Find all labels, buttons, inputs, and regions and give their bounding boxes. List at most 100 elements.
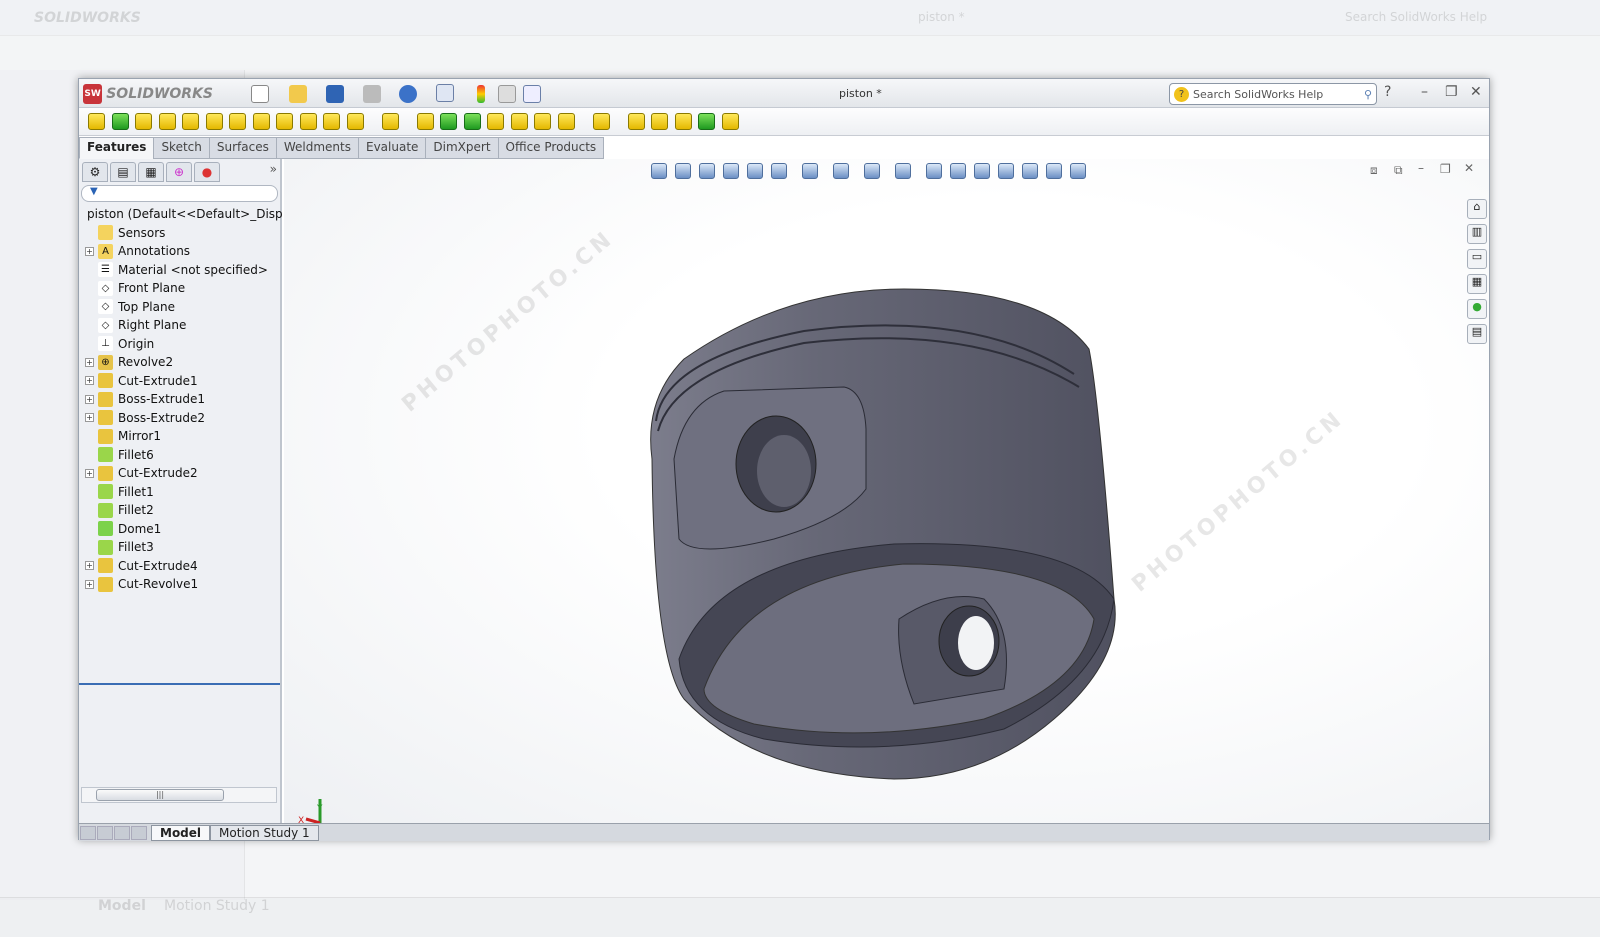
dimxpert-manager-tab-icon[interactable]: ⊕	[166, 162, 192, 182]
reference-geometry-icon[interactable]	[557, 113, 575, 130]
tree-item-label: Right Plane	[118, 318, 187, 333]
file-properties-icon[interactable]	[498, 85, 516, 103]
tree-item-fillet1[interactable]: Fillet1	[79, 483, 280, 502]
tree-item-cut-revolve1[interactable]: + Cut-Revolve1	[79, 575, 280, 594]
tree-item-cut-extrude2[interactable]: + Cut-Extrude2	[79, 464, 280, 483]
property-manager-tab-icon[interactable]: ▤	[110, 162, 136, 182]
rollback-bar[interactable]	[79, 683, 280, 685]
tree-item-cut-extrude4[interactable]: + Cut-Extrude4	[79, 557, 280, 576]
mirror-icon[interactable]	[534, 113, 551, 130]
expand-icon[interactable]: +	[85, 376, 94, 386]
tree-item-label: Boss-Extrude1	[118, 392, 205, 407]
tree-item-fillet6[interactable]: Fillet6	[79, 446, 280, 465]
lofted-cut-icon[interactable]	[299, 113, 317, 130]
hole-wizard-icon[interactable]	[229, 113, 246, 130]
boundary-cut-icon[interactable]	[323, 113, 340, 130]
tree-item-boss-extrude1[interactable]: + Boss-Extrude1	[79, 390, 280, 409]
last-tab-icon[interactable]	[131, 825, 147, 840]
next-tab-icon[interactable]	[114, 825, 130, 840]
tree-item-label: Fillet2	[118, 503, 154, 518]
tab-office-products[interactable]: Office Products	[497, 137, 605, 159]
fillet-icon[interactable]	[346, 113, 364, 130]
tab-motion-study-1[interactable]: Motion Study 1	[210, 824, 319, 841]
expand-icon[interactable]: +	[85, 357, 94, 367]
undo-icon[interactable]	[399, 85, 417, 103]
tree-item-fillet3[interactable]: Fillet3	[79, 538, 280, 557]
tab-sketch[interactable]: Sketch	[153, 137, 210, 159]
dome-icon[interactable]	[510, 113, 528, 130]
tree-item-annotations[interactable]: + A Annotations	[79, 242, 280, 261]
expand-icon[interactable]: +	[85, 413, 94, 423]
tree-item-boss-extrude2[interactable]: + Boss-Extrude2	[79, 409, 280, 428]
tree-item-sensors[interactable]: Sensors	[79, 224, 280, 243]
tree-item-top-plane[interactable]: ◇ Top Plane	[79, 298, 280, 317]
tree-item-label: Cut-Extrude4	[118, 558, 198, 573]
extruded-cut-icon[interactable]	[205, 113, 223, 130]
boundary-boss-icon[interactable]	[182, 113, 199, 130]
tab-features[interactable]: Features	[79, 137, 155, 159]
piston-model[interactable]: Y X Z	[284, 159, 1489, 823]
draft-icon[interactable]	[440, 113, 457, 130]
graphics-area[interactable]: ⧈ ⧉ – ❐ ✕ ⌂ ▥ ▭ ▦ ● ▤ PHOTOPHOTO.CN PHOT…	[284, 159, 1489, 823]
rib-icon[interactable]	[416, 113, 434, 130]
expand-icon[interactable]: +	[85, 561, 94, 571]
wrap-icon[interactable]	[487, 113, 504, 130]
move-icon[interactable]	[721, 113, 739, 130]
extruded-boss-icon[interactable]	[88, 113, 105, 130]
tab-model[interactable]: Model	[151, 824, 211, 841]
revolved-cut-icon[interactable]	[252, 113, 270, 130]
sketch-icon[interactable]	[674, 113, 692, 130]
lofted-boss-icon[interactable]	[158, 113, 176, 130]
display-manager-tab-icon[interactable]: ●	[194, 162, 220, 182]
tree-filter-input[interactable]: ▼	[81, 185, 278, 202]
expand-panel-icon[interactable]: »	[270, 162, 277, 180]
tree-item-mirror1[interactable]: Mirror1	[79, 427, 280, 446]
help-menu-icon[interactable]: ?	[1384, 84, 1391, 100]
expand-icon[interactable]: +	[85, 579, 94, 589]
feature-manager-tab-icon[interactable]: ⚙	[82, 162, 108, 182]
help-search-input[interactable]: ? Search SolidWorks Help ⚲	[1169, 83, 1377, 105]
tree-item-revolve2[interactable]: + ⊕ Revolve2	[79, 353, 280, 372]
extrude-icon[interactable]	[698, 113, 715, 130]
revolved-boss-icon[interactable]	[111, 113, 129, 130]
tree-item-cut-extrude1[interactable]: + Cut-Extrude1	[79, 372, 280, 391]
instant3d-icon[interactable]	[627, 113, 645, 130]
swept-boss-icon[interactable]	[135, 113, 152, 130]
tab-surfaces[interactable]: Surfaces	[208, 137, 277, 159]
scrollbar-thumb[interactable]: |||	[96, 789, 224, 801]
configuration-manager-tab-icon[interactable]: ▦	[138, 162, 164, 182]
expand-icon[interactable]: +	[85, 246, 94, 256]
tree-item-front-plane[interactable]: ◇ Front Plane	[79, 279, 280, 298]
tree-item-right-plane[interactable]: ◇ Right Plane	[79, 316, 280, 335]
shell-icon[interactable]	[463, 113, 481, 130]
expand-icon[interactable]: +	[85, 394, 94, 404]
minimize-icon[interactable]: –	[1421, 84, 1428, 100]
select-pointer-icon[interactable]	[436, 84, 454, 102]
tab-evaluate[interactable]: Evaluate	[357, 137, 427, 159]
tree-item-material-not-specified[interactable]: ☰ Material <not specified>	[79, 261, 280, 280]
prev-tab-icon[interactable]	[97, 825, 113, 840]
tree-item-origin[interactable]: ⊥ Origin	[79, 335, 280, 354]
annotation-icon: A	[98, 243, 113, 259]
curves-icon[interactable]	[592, 113, 610, 130]
tree-item-dome1[interactable]: Dome1	[79, 520, 280, 539]
first-tab-icon[interactable]	[80, 825, 96, 840]
linear-pattern-icon[interactable]	[381, 113, 399, 130]
print-icon[interactable]	[363, 85, 381, 103]
search-icon[interactable]: ⚲	[1364, 88, 1372, 101]
new-document-icon[interactable]	[251, 85, 269, 103]
tab-weldments[interactable]: Weldments	[275, 137, 359, 159]
tree-root-piston[interactable]: piston (Default<<Default>_Disp	[79, 205, 283, 224]
tree-item-fillet2[interactable]: Fillet2	[79, 501, 280, 520]
open-folder-icon[interactable]	[289, 85, 307, 103]
rapid-sketch-icon[interactable]	[651, 113, 668, 130]
tree-horizontal-scrollbar[interactable]: |||	[81, 787, 277, 803]
save-icon[interactable]	[326, 85, 344, 103]
options-icon[interactable]	[523, 85, 541, 103]
swept-cut-icon[interactable]	[276, 113, 293, 130]
expand-icon[interactable]: +	[85, 468, 94, 478]
close-icon[interactable]: ✕	[1470, 84, 1482, 100]
restore-icon[interactable]: ❐	[1445, 84, 1458, 100]
tab-dimxpert[interactable]: DimXpert	[425, 137, 499, 159]
rebuild-icon[interactable]	[477, 85, 485, 103]
